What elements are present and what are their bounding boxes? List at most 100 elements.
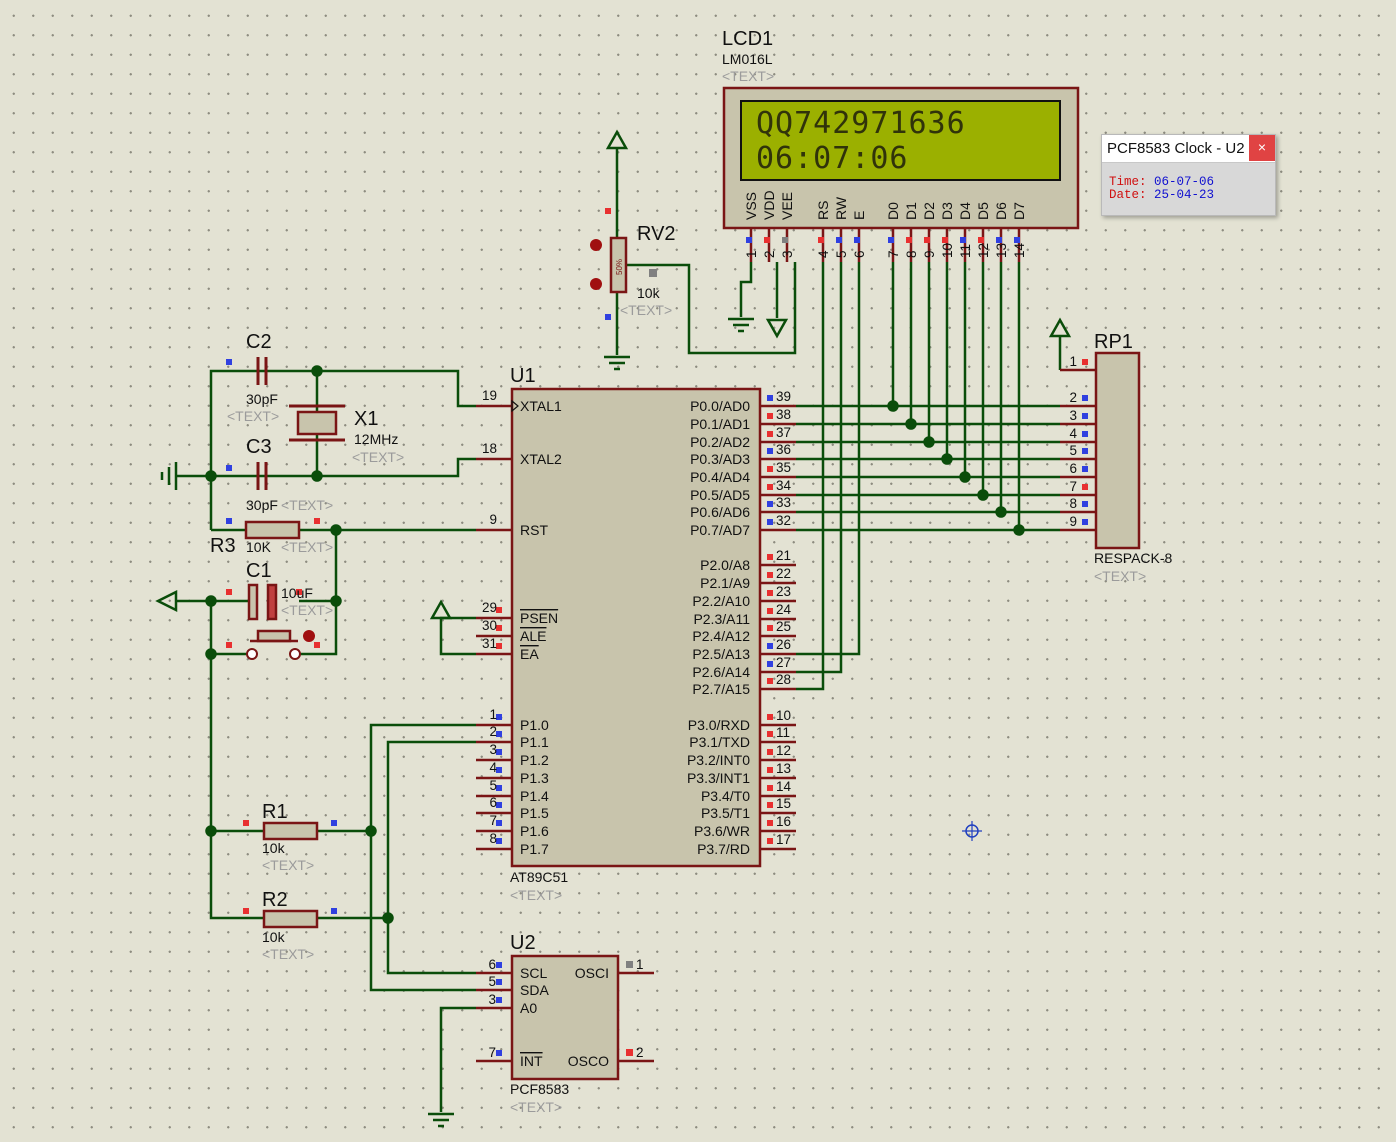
lcd-pin-name: D5 — [975, 202, 991, 220]
pin-state-marker — [767, 714, 773, 720]
lcd-pin-name: D6 — [993, 202, 1009, 220]
u1-ref: U1 — [510, 365, 536, 387]
lcd-pin-name: RS — [815, 201, 831, 220]
u1-pin-name: ALE — [520, 628, 546, 644]
u1-pin-number: 8 — [489, 831, 497, 846]
pin-state-marker — [1082, 501, 1088, 507]
lcd-pin-number: 4 — [816, 250, 831, 258]
r1-body[interactable] — [262, 821, 319, 841]
power-arrow-icon — [1048, 317, 1072, 338]
rp1-body[interactable] — [1094, 351, 1141, 550]
u1-pin-number: 21 — [776, 548, 791, 563]
lcd-pin-name: D0 — [885, 202, 901, 220]
u1-pin-name: P0.5/AD5 — [690, 487, 750, 503]
rp1-pin-number: 9 — [1069, 514, 1077, 529]
pin-state-marker — [243, 908, 249, 914]
pin-state-marker — [605, 314, 611, 320]
u2-pin-name: INT — [520, 1053, 543, 1069]
u1-pin-number: 1 — [489, 707, 497, 722]
junction-dot — [205, 470, 217, 482]
u1-pin-name: P2.6/A14 — [692, 664, 750, 680]
u2-ref: U2 — [510, 932, 536, 954]
u1-pin-number: 28 — [776, 672, 791, 687]
lcd-pin-number: 8 — [904, 250, 919, 258]
rv2-percent: 50% — [615, 259, 624, 275]
lcd-pin-number: 14 — [1012, 242, 1027, 258]
rp1-part: RESPACK-8 — [1094, 550, 1173, 566]
u1-pin-name: P1.4 — [520, 788, 549, 804]
rp1-ref: RP1 — [1094, 331, 1133, 353]
pin-state-marker — [767, 643, 773, 649]
pin-state-marker — [496, 1050, 502, 1056]
pin-state-marker — [1082, 431, 1088, 437]
lcd-pin-name: D1 — [903, 202, 919, 220]
u1-pin-number: 31 — [482, 636, 497, 651]
u1-pin-name: P3.3/INT1 — [687, 770, 750, 786]
pin-state-marker — [767, 785, 773, 791]
u1-pin-name: P1.7 — [520, 841, 549, 857]
pin-state-marker — [767, 448, 773, 454]
time-value: 06-07-06 — [1154, 175, 1215, 189]
u1-pin-name: P3.1/TXD — [689, 734, 750, 750]
pin-state-marker — [978, 237, 984, 243]
lcd-pin-name: D7 — [1011, 202, 1027, 220]
pin-state-marker — [767, 608, 773, 614]
pin-state-marker — [314, 642, 320, 648]
close-icon[interactable]: × — [1249, 135, 1275, 161]
c1-plate[interactable] — [266, 583, 278, 621]
u1-pin-name: P3.7/RD — [697, 841, 750, 857]
u1-pin-name: P0.0/AD0 — [690, 398, 750, 414]
pin-state-marker — [767, 731, 773, 737]
u1-pin-name: P3.0/RXD — [688, 717, 750, 733]
u1-pin-name: P1.0 — [520, 717, 549, 733]
pin-state-marker — [331, 908, 337, 914]
pin-state-marker — [226, 359, 232, 365]
u1-pin-number: 3 — [489, 742, 497, 757]
pcf8583-clock-popup[interactable]: PCF8583 Clock - U2 × Time: 06-07-06 Date… — [1101, 134, 1276, 216]
c1-ref: C1 — [246, 560, 272, 582]
u1-pin-number: 10 — [776, 708, 791, 723]
pin-state-marker — [767, 590, 773, 596]
lcd-pin-name: VEE — [779, 192, 795, 220]
rp1-pin-number: 6 — [1069, 461, 1077, 476]
lcd-pin-number: 6 — [852, 250, 867, 258]
u1-text-tag: <TEXT> — [510, 887, 562, 903]
u1-pin-name: P0.2/AD2 — [690, 434, 750, 450]
x1-body[interactable] — [296, 410, 338, 436]
wire — [176, 457, 476, 478]
pin-state-marker — [314, 518, 320, 524]
r2-body[interactable] — [262, 909, 319, 929]
r2-value: 10k — [262, 929, 286, 945]
u1-pin-name: P3.6/WR — [694, 823, 750, 839]
reset-button[interactable] — [256, 629, 292, 643]
pin-state-marker — [767, 802, 773, 808]
u1-pin-number: 18 — [482, 441, 497, 456]
u1-pin-number: 24 — [776, 602, 792, 617]
pin-state-marker — [960, 237, 966, 243]
pin-state-marker — [888, 237, 894, 243]
lcd-pin-number: 13 — [994, 243, 1009, 258]
r3-body[interactable] — [244, 520, 301, 540]
wire — [209, 601, 264, 920]
lcd-pin-number: 10 — [940, 243, 955, 258]
date-row: Date: 25-04-23 — [1102, 189, 1275, 202]
u2-pin-number: 6 — [488, 957, 496, 972]
pin-state-marker — [767, 572, 773, 578]
u2-pin-number: 3 — [488, 992, 496, 1007]
pin-state-marker — [626, 961, 633, 968]
rv2-arrow-marker — [590, 278, 602, 290]
rp1-pin-number: 8 — [1069, 496, 1077, 511]
u1-pin-name: P0.7/AD7 — [690, 522, 750, 538]
pin-state-marker — [767, 838, 773, 844]
popup-titlebar[interactable]: PCF8583 Clock - U2 × — [1102, 135, 1275, 163]
pin-state-marker — [767, 431, 773, 437]
u1-pin-number: 16 — [776, 814, 791, 829]
c1-plate[interactable] — [247, 583, 259, 621]
pin-state-marker — [836, 237, 842, 243]
u2-pin-name: A0 — [520, 1000, 537, 1016]
lcd-ref: LCD1 — [722, 28, 773, 50]
rp1-pin-number: 3 — [1069, 408, 1077, 423]
power-arrow-icon — [429, 599, 453, 620]
u1-pin-number: 33 — [776, 495, 791, 510]
u1-pin-number: 15 — [776, 796, 791, 811]
